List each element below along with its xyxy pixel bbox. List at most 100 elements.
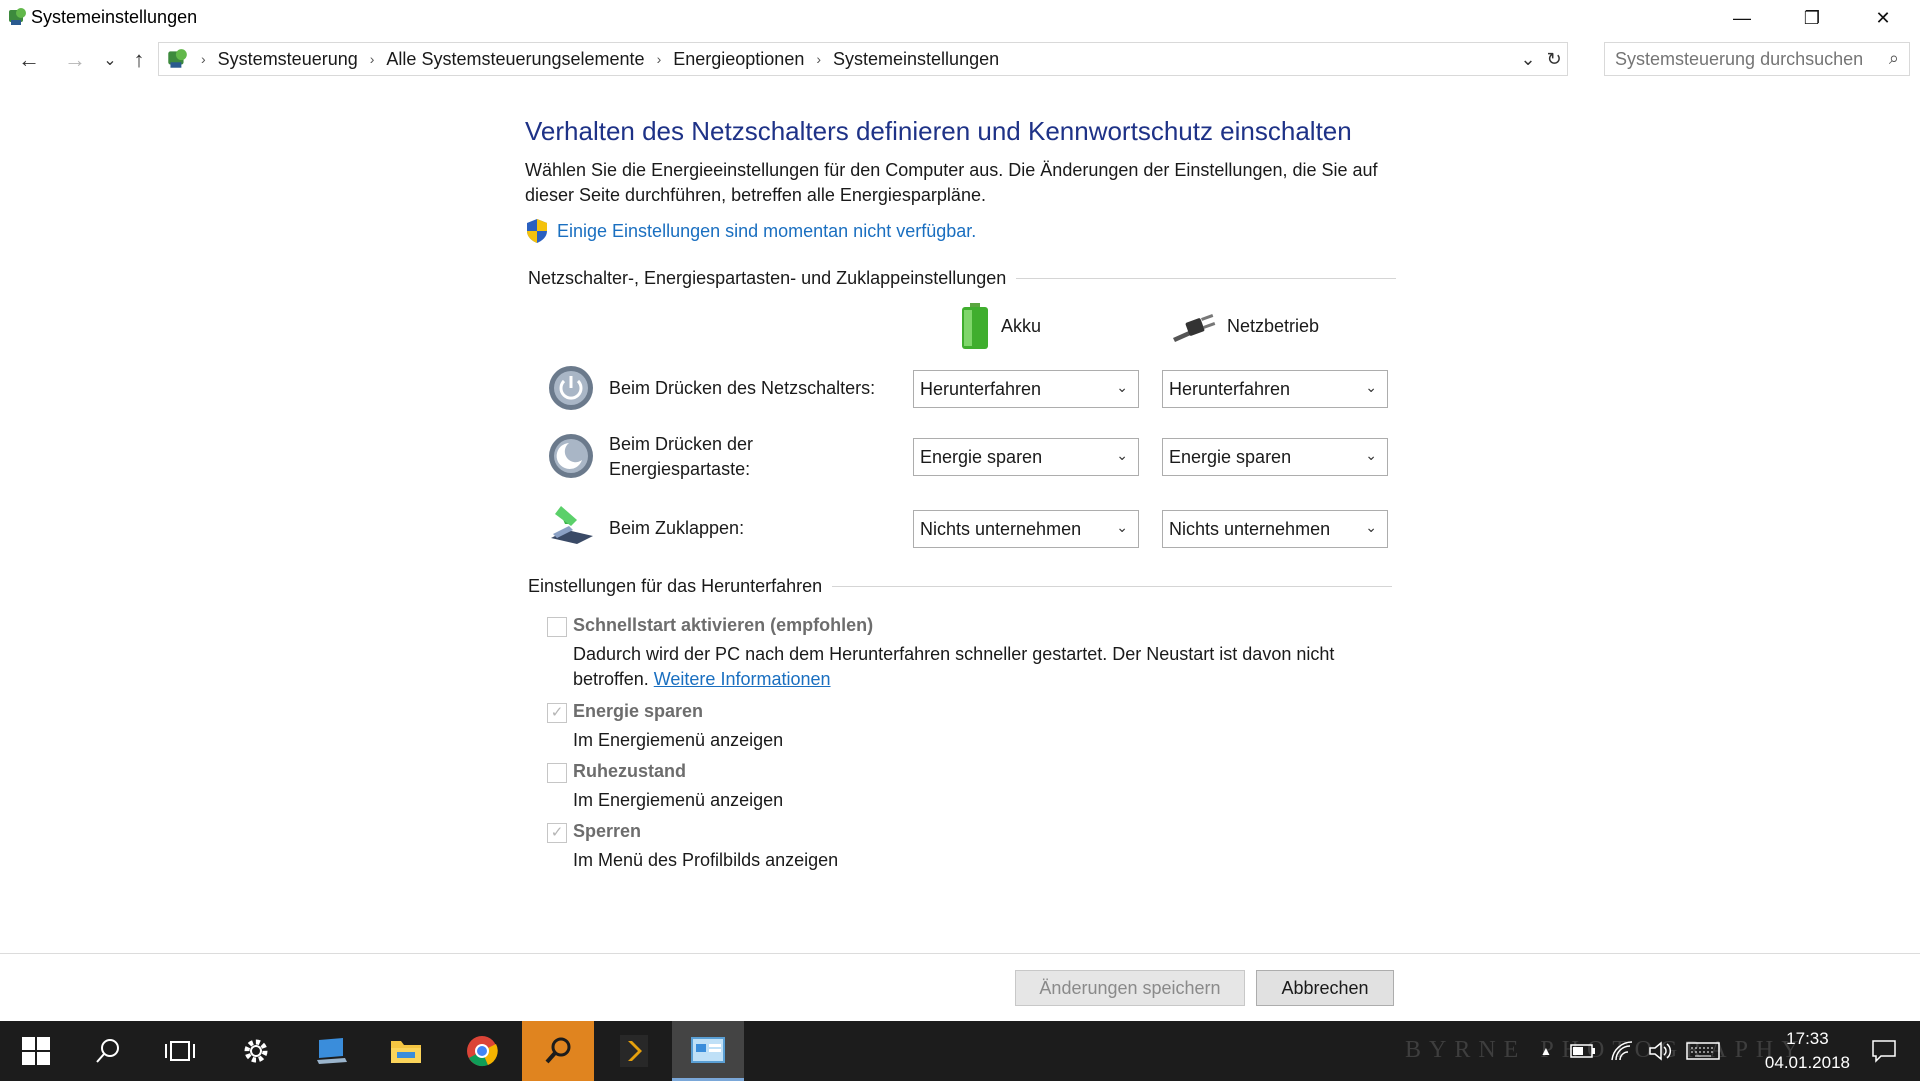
back-button[interactable]: ← (14, 46, 44, 74)
clock-date: 04.01.2018 (1764, 1053, 1850, 1072)
power-button-battery-select[interactable]: Herunterfahren ⌄ (913, 370, 1139, 408)
breadcrumb-separator[interactable]: › (816, 51, 821, 67)
group-divider (832, 586, 1393, 587)
fast-startup-description: Dadurch wird der PC nach dem Herunterfah… (573, 642, 1373, 692)
lid-close-power-select[interactable]: Nichts unternehmen ⌄ (1162, 510, 1388, 548)
sleep-button-power-select[interactable]: Energie sparen ⌄ (1162, 438, 1388, 476)
taskbar-clock[interactable]: 17:33 04.01.2018 (1765, 1027, 1850, 1075)
select-value: Herunterfahren (1169, 378, 1291, 399)
taskbar-file-explorer-app[interactable] (370, 1021, 442, 1081)
folder-icon (391, 1041, 421, 1063)
taskbar-search-everything-app[interactable] (522, 1021, 594, 1081)
taskbar-chrome-app[interactable] (446, 1021, 518, 1081)
settings-unavailable-notice: Einige Einstellungen sind momentan nicht… (525, 218, 976, 244)
chevron-down-icon: ⌄ (1116, 447, 1128, 463)
breadcrumb-separator[interactable]: › (657, 51, 662, 67)
battery-icon (962, 303, 988, 349)
laptop-lid-icon (551, 506, 593, 544)
taskbar-plex-app[interactable] (598, 1021, 670, 1081)
control-panel-icon (168, 49, 187, 68)
system-tray: ▲ (1540, 1021, 1720, 1081)
sleep-option-description: Im Energiemenü anzeigen (573, 730, 784, 750)
select-value: Herunterfahren (920, 378, 1042, 399)
minimize-button[interactable]: — (1707, 0, 1777, 36)
forward-button[interactable]: → (60, 46, 90, 74)
refresh-icon[interactable]: ↻ (1541, 49, 1567, 70)
lock-option-description: Im Menü des Profilbilds anzeigen (573, 850, 839, 870)
battery-status-icon[interactable] (1570, 1043, 1596, 1059)
breadcrumb-all-items[interactable]: Alle Systemsteuerungselemente (386, 49, 644, 70)
sleep-button-battery-select[interactable]: Energie sparen ⌄ (913, 438, 1139, 476)
search-box[interactable]: ⌕ (1604, 42, 1910, 76)
chevron-down-icon: ⌄ (1365, 447, 1377, 463)
search-icon[interactable]: ⌕ (1889, 48, 1899, 69)
footer-divider (0, 953, 1920, 954)
sleep-button-icon (549, 434, 593, 478)
cancel-button[interactable]: Abbrechen (1256, 970, 1394, 1006)
recent-locations-button[interactable]: ⌄ (95, 46, 125, 74)
power-button-label: Beim Drücken des Netzschalters: (609, 378, 876, 398)
shutdown-settings-group-label: Einstellungen für das Herunterfahren (528, 576, 823, 596)
more-info-link[interactable]: Weitere Informationen (654, 669, 831, 689)
hibernate-option-title: Ruhezustand (573, 761, 687, 781)
sleep-option-title: Energie sparen (573, 701, 704, 721)
search-icon (96, 1039, 119, 1063)
power-button-power-select[interactable]: Herunterfahren ⌄ (1162, 370, 1388, 408)
page-description: Wählen Sie die Energieeinstellungen für … (525, 160, 1378, 205)
address-bar[interactable]: › Systemsteuerung › Alle Systemsteuerung… (158, 42, 1568, 76)
select-value: Nichts unternehmen (1169, 518, 1331, 539)
gear-icon (244, 1039, 268, 1063)
clock-time: 17:33 (1786, 1029, 1829, 1048)
breadcrumb-separator: › (201, 51, 206, 67)
keyboard-icon[interactable] (1686, 1040, 1720, 1062)
breadcrumb-systemeinstellungen[interactable]: Systemeinstellungen (833, 49, 999, 70)
lock-checkbox[interactable]: ✓ (547, 823, 567, 843)
chevron-down-icon: ⌄ (1365, 519, 1377, 535)
breadcrumb-energieoptionen[interactable]: Energieoptionen (673, 49, 804, 70)
shutdown-settings-group-title: Einstellungen für das Herunterfahren (528, 576, 1393, 597)
chevron-right-icon (620, 1035, 648, 1067)
breadcrumb-separator[interactable]: › (370, 51, 375, 67)
address-dropdown-icon[interactable]: ⌄ (1515, 49, 1541, 70)
lock-option-title: Sperren (573, 821, 642, 841)
task-view-button[interactable] (144, 1021, 216, 1081)
lid-close-battery-select[interactable]: Nichts unternehmen ⌄ (913, 510, 1139, 548)
select-value: Nichts unternehmen (920, 518, 1082, 539)
sleep-option: ✓ Energie sparen Im Energiemenü anzeigen (547, 701, 1387, 755)
select-value: Energie sparen (1169, 446, 1292, 467)
breadcrumb-systemsteuerung[interactable]: Systemsteuerung (218, 49, 358, 70)
chevron-down-icon: ⌄ (1116, 379, 1128, 395)
computer-icon (317, 1038, 347, 1064)
search-input[interactable] (1615, 48, 1865, 70)
taskbar-search-button[interactable] (72, 1021, 144, 1081)
taskbar-settings-app[interactable] (220, 1021, 292, 1081)
close-button[interactable]: ✕ (1848, 0, 1918, 36)
start-button[interactable] (0, 1021, 72, 1081)
save-changes-button[interactable]: Änderungen speichern (1015, 970, 1245, 1006)
power-button-icon (549, 366, 593, 410)
taskbar-control-panel-app[interactable] (672, 1021, 744, 1081)
column-header-power: Netzbetrieb (1169, 302, 1319, 350)
fast-startup-checkbox[interactable] (547, 617, 567, 637)
restore-button[interactable]: ❐ (1777, 0, 1847, 36)
volume-icon[interactable] (1648, 1040, 1672, 1062)
taskbar: BYRNE PHOTOGRAPHY ▲ 17:33 04.01.2018 (0, 1021, 1920, 1081)
window-title: Systemeinstellungen (31, 7, 198, 27)
action-center-button[interactable] (1848, 1021, 1920, 1081)
chrome-icon (467, 1036, 498, 1067)
button-settings-group-title: Netzschalter-, Energiespartasten- und Zu… (528, 268, 1397, 289)
sleep-checkbox[interactable]: ✓ (547, 703, 567, 723)
settings-unavailable-link[interactable]: Einige Einstellungen sind momentan nicht… (557, 221, 976, 242)
up-button[interactable]: ↑ (124, 46, 154, 74)
control-panel-window-icon (691, 1036, 725, 1063)
lid-close-label: Beim Zuklappen: (609, 518, 745, 538)
battery-column-label: Akku (1001, 315, 1042, 336)
power-column-label: Netzbetrieb (1227, 315, 1320, 336)
group-divider (1016, 278, 1397, 279)
taskbar-this-pc-app[interactable] (296, 1021, 368, 1081)
lock-option: ✓ Sperren Im Menü des Profilbilds anzeig… (547, 821, 1387, 875)
wifi-icon[interactable] (1610, 1040, 1634, 1062)
tray-overflow-icon[interactable]: ▲ (1540, 1044, 1552, 1058)
hibernate-checkbox[interactable] (547, 763, 567, 783)
chevron-down-icon: ⌄ (1365, 379, 1377, 395)
